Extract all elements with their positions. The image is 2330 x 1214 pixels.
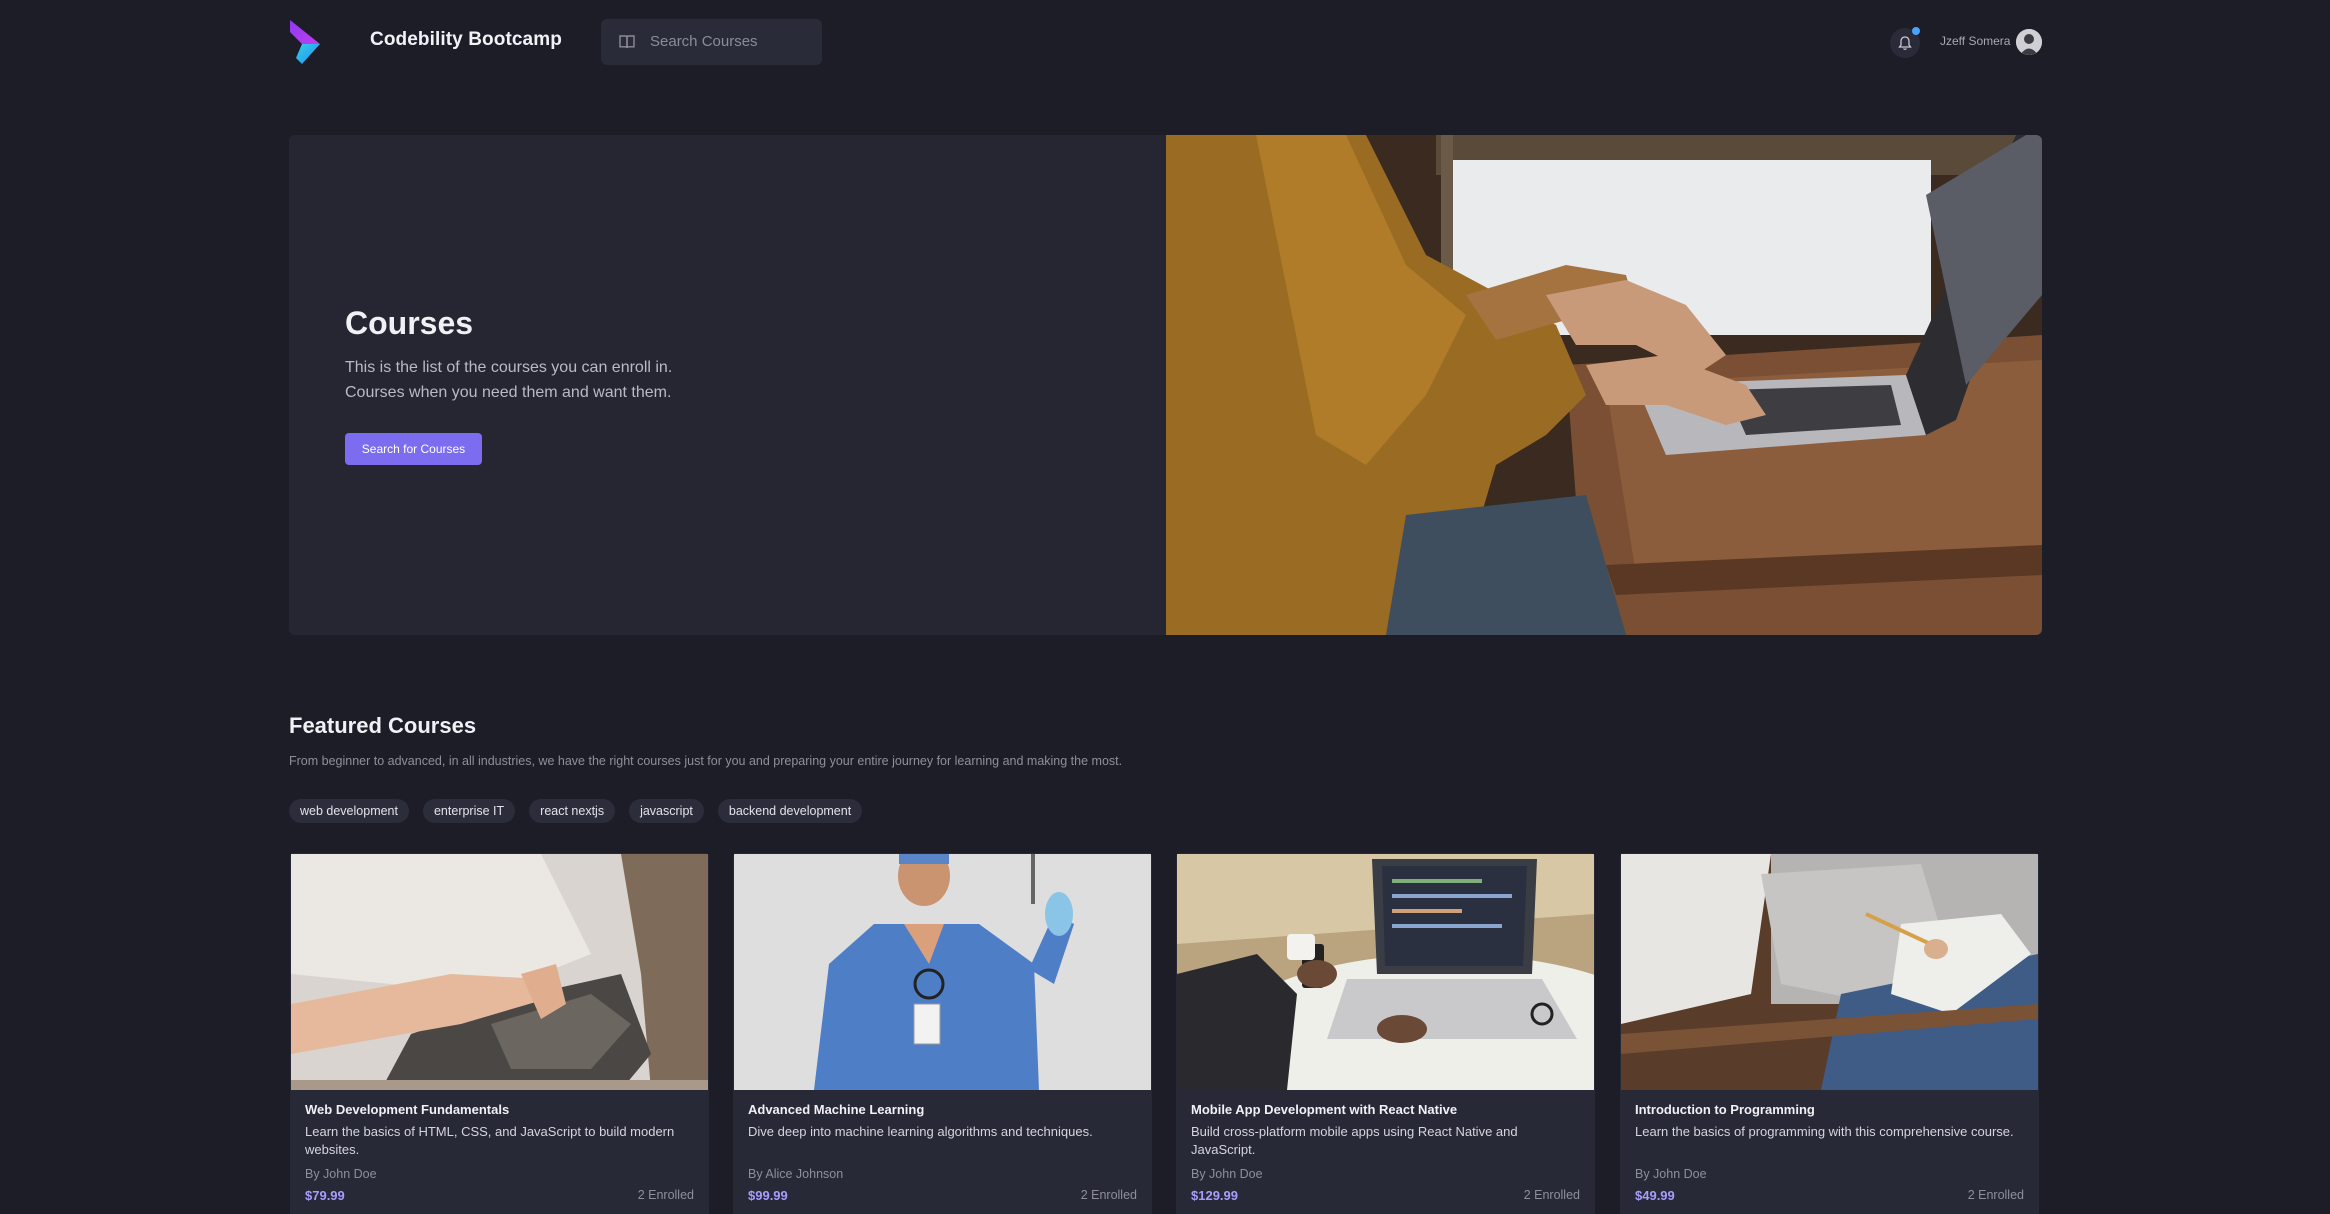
featured-subtitle: From beginner to advanced, in all indust… — [289, 754, 1123, 768]
logo-icon[interactable] — [288, 18, 322, 66]
course-enrolled: 2 Enrolled — [1080, 1188, 1137, 1202]
notification-badge — [1912, 27, 1920, 35]
course-thumbnail — [1177, 854, 1594, 1090]
course-enrolled: 2 Enrolled — [1523, 1188, 1580, 1202]
course-price: $99.99 — [748, 1188, 788, 1203]
bell-icon — [1898, 36, 1912, 50]
course-thumbnail — [734, 854, 1151, 1090]
tag-chip[interactable]: web development — [289, 799, 409, 823]
course-title[interactable]: Introduction to Programming — [1635, 1102, 1815, 1117]
search-placeholder: Search Courses — [650, 33, 758, 50]
search-courses-button[interactable]: Search for Courses — [345, 433, 482, 465]
course-thumbnail — [291, 854, 708, 1090]
course-thumbnail — [1621, 854, 2038, 1090]
course-price: $49.99 — [1635, 1188, 1675, 1203]
page-title: Courses — [345, 305, 474, 341]
top-nav: Codebility Bootcamp Search Courses Jzeff… — [0, 0, 2330, 84]
brand-name[interactable]: Codebility Bootcamp — [370, 29, 562, 51]
tag-chip[interactable]: enterprise IT — [422, 799, 516, 823]
course-title[interactable]: Mobile App Development with React Native — [1191, 1102, 1457, 1117]
page: Codebility Bootcamp Search Courses Jzeff… — [0, 0, 2330, 1214]
user-name[interactable]: Jzeff Somera — [1940, 34, 2010, 48]
course-author: By John Doe — [305, 1167, 377, 1181]
course-author: By John Doe — [1191, 1167, 1263, 1181]
hero-line-1: This is the list of the courses you can … — [345, 359, 673, 376]
book-icon — [619, 35, 635, 49]
tag-chip[interactable]: javascript — [629, 799, 704, 823]
course-description: Learn the basics of programming with thi… — [1635, 1124, 2014, 1139]
course-description: Learn the basics of HTML, CSS, and JavaS… — [305, 1124, 675, 1157]
hero-banner: Courses This is the list of the courses … — [289, 135, 2042, 635]
course-enrolled: 2 Enrolled — [637, 1188, 694, 1202]
course-description: Dive deep into machine learning algorith… — [748, 1124, 1093, 1139]
course-title[interactable]: Web Development Fundamentals — [305, 1102, 509, 1117]
course-title[interactable]: Advanced Machine Learning — [748, 1102, 924, 1117]
featured-title: Featured Courses — [289, 713, 477, 738]
course-author: By Alice Johnson — [748, 1167, 844, 1181]
search-input[interactable]: Search Courses — [601, 19, 822, 65]
course-price: $129.99 — [1191, 1188, 1238, 1203]
hero-image — [1166, 135, 2042, 635]
tag-chip[interactable]: backend development — [717, 799, 863, 823]
course-card[interactable]: Web Development Fundamentals Learn the b… — [290, 853, 709, 1214]
course-enrolled: 2 Enrolled — [1967, 1188, 2024, 1202]
course-author: By John Doe — [1635, 1167, 1707, 1181]
course-card[interactable]: Introduction to Programming Learn the ba… — [1620, 853, 2039, 1214]
course-price: $79.99 — [305, 1188, 345, 1203]
course-card[interactable]: Mobile App Development with React Native… — [1176, 853, 1595, 1214]
tag-chip[interactable]: react nextjs — [529, 799, 616, 823]
avatar[interactable] — [2016, 29, 2042, 55]
hero-text-panel: Courses This is the list of the courses … — [289, 135, 1166, 635]
hero-line-2: Courses when you need them and want them… — [345, 384, 672, 401]
course-description: Build cross-platform mobile apps using R… — [1191, 1124, 1518, 1157]
tag-list: web development enterprise IT react next… — [289, 799, 863, 823]
course-card[interactable]: Advanced Machine Learning Dive deep into… — [733, 853, 1152, 1214]
hero-description: This is the list of the courses you can … — [345, 355, 845, 405]
